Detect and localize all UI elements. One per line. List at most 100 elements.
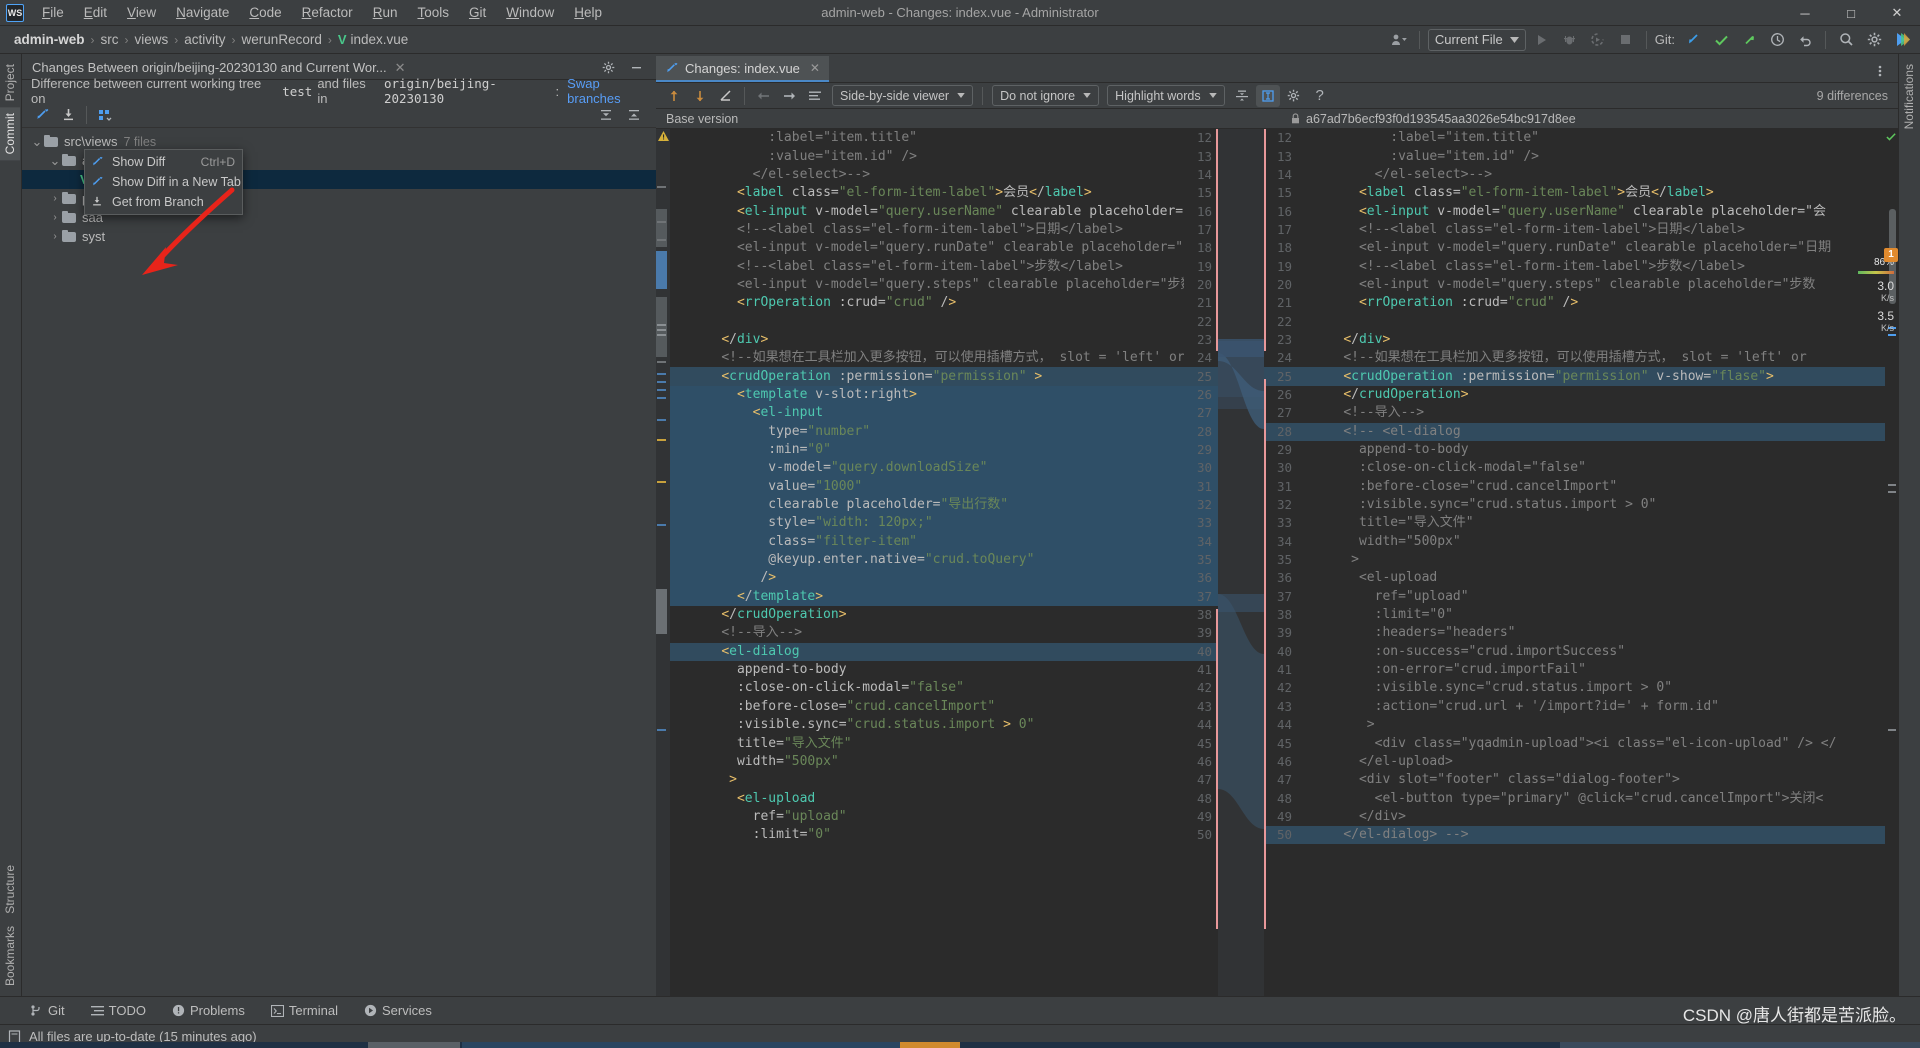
- menu-item-refactor[interactable]: Refactor: [292, 2, 363, 23]
- code-line[interactable]: :label="item.title" 12: [656, 129, 1218, 147]
- menu-item-tools[interactable]: Tools: [407, 2, 459, 23]
- next-difference-icon[interactable]: [688, 85, 712, 107]
- code-line[interactable]: 48 <el-button type="primary" @click="cru…: [1264, 789, 1898, 807]
- code-line[interactable]: type="number" 28: [656, 422, 1218, 441]
- menu-item-run[interactable]: Run: [363, 2, 408, 23]
- menu-item-code[interactable]: Code: [239, 2, 291, 23]
- taskbar-item-3[interactable]: [900, 1042, 960, 1048]
- breadcrumb-item-views[interactable]: views: [131, 30, 173, 49]
- code-line[interactable]: v-model="query.downloadSize" 30: [656, 459, 1218, 478]
- git-update-project-icon[interactable]: [1681, 29, 1705, 51]
- code-line[interactable]: 15 <label class="el-form-item-label">会员<…: [1264, 184, 1898, 202]
- debug-icon[interactable]: [1558, 29, 1582, 51]
- code-line[interactable]: <!--如果想在工具栏加入更多按钮，可以使用插槽方式， slot = 'left…: [656, 349, 1218, 367]
- minimize-button[interactable]: ─: [1782, 0, 1828, 26]
- breadcrumb-project[interactable]: admin-web: [10, 30, 89, 49]
- show-diff-icon[interactable]: [30, 104, 54, 126]
- ignore-mode-selector[interactable]: Do not ignore: [992, 85, 1100, 106]
- breadcrumb-item-activity[interactable]: activity: [180, 30, 229, 49]
- code-line[interactable]: 33 title="导入文件": [1264, 514, 1898, 532]
- settings-gear-icon[interactable]: [1862, 29, 1886, 51]
- code-line[interactable]: 47 <div slot="footer" class="dialog-foot…: [1264, 771, 1898, 789]
- menu-item-file[interactable]: File: [32, 2, 74, 23]
- code-line[interactable]: <el-dialog 40: [656, 642, 1218, 661]
- code-line[interactable]: 38 :limit="0": [1264, 606, 1898, 624]
- tool-window-tab-commit[interactable]: Commit: [0, 107, 20, 161]
- collapse-all-icon[interactable]: [622, 104, 646, 126]
- code-line[interactable]: 36 <el-upload: [1264, 569, 1898, 587]
- code-line[interactable]: 41 :on-error="crud.importFail": [1264, 661, 1898, 679]
- stop-icon[interactable]: [1614, 29, 1638, 51]
- tool-window-tab-bookmarks[interactable]: Bookmarks: [0, 920, 20, 992]
- code-line[interactable]: /> 36: [656, 569, 1218, 588]
- code-line[interactable]: clearable placeholder="导出行数" 32: [656, 495, 1218, 515]
- code-line[interactable]: <!--<label class="el-form-item-label">步数…: [656, 257, 1218, 275]
- code-line[interactable]: 31 :before-close="crud.cancelImport": [1264, 478, 1898, 496]
- bottom-tab-terminal[interactable]: Terminal: [267, 1001, 342, 1020]
- chevron-down-icon[interactable]: ⌄: [30, 135, 44, 148]
- bottom-tab-problems[interactable]: Problems: [168, 1001, 249, 1020]
- code-line[interactable]: 45 <div class="yqadmin-upload"><i class=…: [1264, 734, 1898, 752]
- code-line[interactable]: 40 :on-success="crud.importSuccess": [1264, 643, 1898, 661]
- taskbar-item-1[interactable]: [368, 1042, 460, 1048]
- code-line[interactable]: <el-input v-model="query.steps" clearabl…: [656, 276, 1218, 294]
- code-line[interactable]: 22: [656, 312, 1218, 330]
- group-by-icon[interactable]: [93, 104, 117, 126]
- run-with-coverage-icon[interactable]: [1586, 29, 1610, 51]
- code-line[interactable]: value="1000" 31: [656, 477, 1218, 496]
- context-menu-item-get-from-branch[interactable]: Get from Branch: [85, 192, 242, 212]
- expand-all-icon[interactable]: [594, 104, 618, 126]
- code-line[interactable]: 21 <rrOperation :crud="crud" />: [1264, 294, 1898, 312]
- code-line[interactable]: 22: [1264, 312, 1898, 330]
- code-line[interactable]: 44 >: [1264, 716, 1898, 734]
- ide-assistant-icon[interactable]: [1890, 29, 1914, 51]
- code-line[interactable]: title="导入文件" 45: [656, 734, 1218, 752]
- code-line[interactable]: 16 <el-input v-model="query.userName" cl…: [1264, 202, 1898, 220]
- code-line[interactable]: 39 :headers="headers": [1264, 624, 1898, 642]
- changes-tree[interactable]: ⌄src\views7 files⌄activity\werunRecord1 …: [22, 128, 656, 996]
- get-from-branch-icon[interactable]: [56, 104, 80, 126]
- code-line[interactable]: 43 :action="crud.url + '/import?id=' + f…: [1264, 698, 1898, 716]
- code-line[interactable]: 23 </div>: [1264, 331, 1898, 349]
- highlight-mode-selector[interactable]: Highlight words: [1107, 85, 1225, 106]
- code-line[interactable]: 24 <!--如果想在工具栏加入更多按钮，可以使用插槽方式， slot = 'l…: [1264, 349, 1898, 367]
- code-line[interactable]: <rrOperation :crud="crud" /> 21: [656, 294, 1218, 312]
- diff-center-gutter[interactable]: [1218, 129, 1264, 996]
- run-configuration-selector[interactable]: Current File: [1427, 28, 1526, 51]
- diff-settings-icon[interactable]: [1282, 85, 1306, 107]
- code-line[interactable]: :before-close="crud.cancelImport" 43: [656, 698, 1218, 716]
- close-button[interactable]: ✕: [1874, 0, 1920, 26]
- tab-options-icon[interactable]: [1868, 60, 1892, 82]
- code-line[interactable]: 46 </el-upload>: [1264, 753, 1898, 771]
- menu-item-view[interactable]: View: [117, 2, 166, 23]
- collapse-unchanged-icon[interactable]: [1230, 85, 1254, 107]
- maximize-button[interactable]: □: [1828, 0, 1874, 26]
- code-line[interactable]: @keyup.enter.native="crud.toQuery" 35: [656, 550, 1218, 570]
- code-line[interactable]: 29 append-to-body: [1264, 441, 1898, 459]
- context-menu[interactable]: Show Diff Ctrl+D Show Diff in a New Tab Get…: [84, 149, 243, 215]
- git-history-icon[interactable]: [1765, 29, 1789, 51]
- code-line[interactable]: <!--<label class="el-form-item-label">日期…: [656, 221, 1218, 239]
- code-line[interactable]: 27 <!--导入-->: [1264, 404, 1898, 422]
- user-dropdown-icon[interactable]: [1387, 29, 1411, 51]
- menu-item-window[interactable]: Window: [496, 2, 564, 23]
- apply-left-icon[interactable]: [751, 85, 775, 107]
- code-line[interactable]: <!--导入--> 39: [656, 624, 1218, 642]
- code-line[interactable]: >47: [656, 771, 1218, 789]
- code-line[interactable]: <el-input 27: [656, 404, 1218, 423]
- context-menu-item-show-diff[interactable]: Show Diff Ctrl+D: [85, 152, 242, 172]
- notification-badge[interactable]: 1: [1884, 248, 1898, 262]
- chevron-right-icon[interactable]: ›: [48, 212, 62, 223]
- run-icon[interactable]: [1530, 29, 1554, 51]
- code-line[interactable]: 37 ref="upload": [1264, 588, 1898, 606]
- code-line[interactable]: 25 <crudOperation :permission="permissio…: [1264, 367, 1898, 386]
- code-line[interactable]: <crudOperation :permission="permission" …: [656, 367, 1218, 386]
- git-commit-icon[interactable]: [1709, 29, 1733, 51]
- code-line[interactable]: </el-select>--> 14: [656, 166, 1218, 184]
- menu-item-git[interactable]: Git: [459, 2, 496, 23]
- menu-item-edit[interactable]: Edit: [74, 2, 117, 23]
- code-line[interactable]: 49 </div>: [1264, 808, 1898, 826]
- apply-right-icon[interactable]: [777, 85, 801, 107]
- code-line[interactable]: append-to-body 41: [656, 661, 1218, 679]
- code-line[interactable]: style="width: 120px;" 33: [656, 514, 1218, 533]
